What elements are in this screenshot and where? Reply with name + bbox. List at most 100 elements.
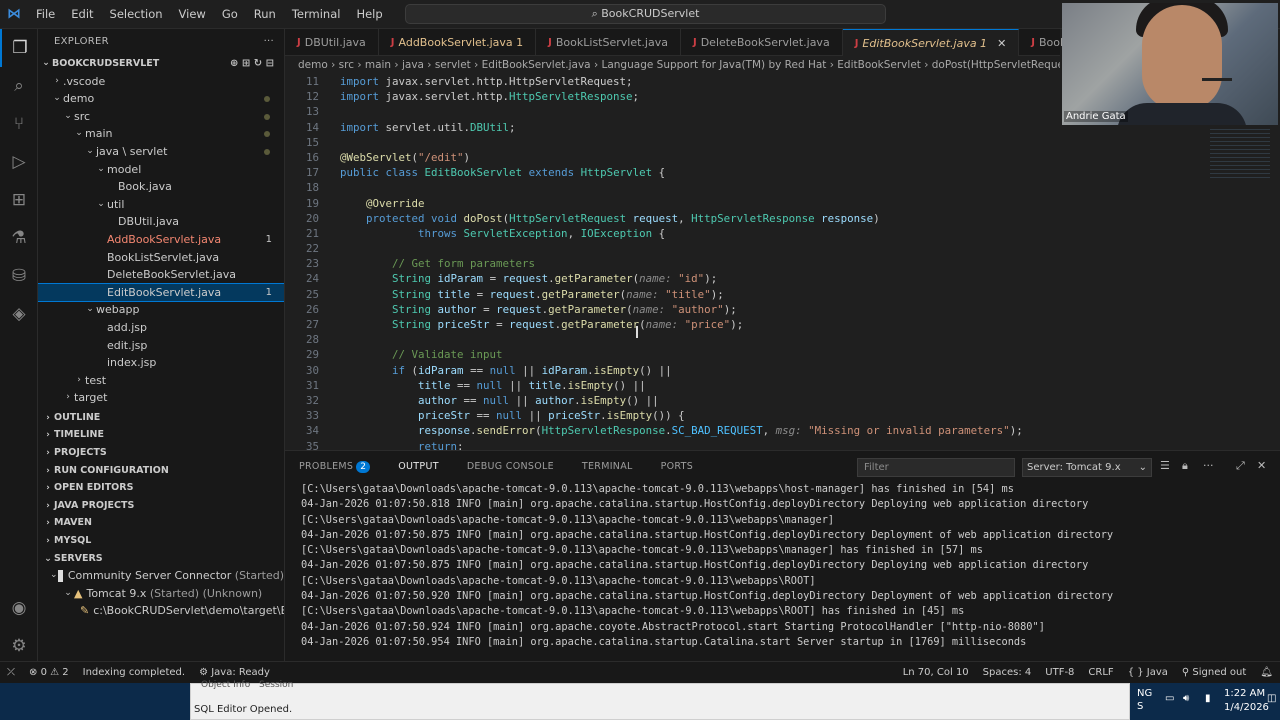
language-mode[interactable]: { } Java: [1121, 667, 1175, 678]
server-connector-item[interactable]: ⌄ Community Server Connector (Started): [38, 567, 284, 585]
section-maven[interactable]: › MAVEN: [38, 514, 284, 532]
tree-item[interactable]: ⌄ webapp: [38, 301, 284, 319]
account-icon[interactable]: ◉: [0, 589, 38, 627]
menu-file[interactable]: File: [28, 0, 63, 29]
testing-icon[interactable]: ⚗: [0, 219, 38, 257]
editor-tab[interactable]: J AddBookServlet.java 1: [379, 29, 537, 56]
tree-item[interactable]: DeleteBookServlet.java: [38, 266, 284, 284]
more-icon[interactable]: ···: [1203, 459, 1214, 472]
java-status[interactable]: ⚙ Java: Ready: [192, 667, 277, 678]
volume-icon[interactable]: 🔊︎: [1183, 693, 1189, 704]
search-view-icon[interactable]: ⌕: [0, 67, 38, 105]
extensions-icon[interactable]: ⊞: [0, 181, 38, 219]
tree-item[interactable]: ⌄ main: [38, 125, 284, 143]
code-line[interactable]: 35 return;: [285, 439, 1280, 451]
section-servers[interactable]: ⌄ SERVERS: [38, 550, 284, 568]
layers-icon[interactable]: ◈: [0, 295, 38, 333]
code-line[interactable]: 33 priceStr == null || priceStr.isEmpty(…: [285, 408, 1280, 423]
cursor-position[interactable]: Ln 70, Col 10: [896, 667, 976, 678]
code-line[interactable]: 16 @WebServlet("/edit"): [285, 150, 1280, 165]
section-java-projects[interactable]: › JAVA PROJECTS: [38, 497, 284, 515]
panel-tab-terminal[interactable]: TERMINAL: [568, 451, 647, 483]
panel-tab-debug-console[interactable]: DEBUG CONSOLE: [453, 451, 568, 483]
menu-go[interactable]: Go: [214, 0, 246, 29]
code-line[interactable]: 27 String priceStr = request.getParamete…: [285, 317, 1280, 332]
tree-item[interactable]: add.jsp: [38, 319, 284, 337]
panel-tab-ports[interactable]: PORTS: [647, 451, 707, 483]
tree-item[interactable]: › .vscode: [38, 73, 284, 91]
tree-item[interactable]: DBUtil.java: [38, 213, 284, 231]
editor-tab[interactable]: J BookListServlet.java: [536, 29, 681, 56]
code-line[interactable]: 26 String author = request.getParameter(…: [285, 302, 1280, 317]
code-line[interactable]: 29 // Validate input: [285, 347, 1280, 362]
code-line[interactable]: 17 public class EditBookServlet extends H…: [285, 165, 1280, 180]
section-mysql[interactable]: › MYSQL: [38, 532, 284, 550]
notification-center-icon[interactable]: ◫: [1267, 693, 1276, 704]
notifications-icon[interactable]: 🔔︎: [1253, 667, 1280, 678]
code-line[interactable]: 28: [285, 332, 1280, 347]
line-ending[interactable]: CRLF: [1081, 667, 1120, 678]
tree-item[interactable]: AddBookServlet.java 1: [38, 231, 284, 249]
menu-selection[interactable]: Selection: [102, 0, 171, 29]
code-line[interactable]: 20 protected void doPost(HttpServletRequ…: [285, 211, 1280, 226]
explorer-icon[interactable]: ❐: [0, 29, 38, 67]
indentation[interactable]: Spaces: 4: [976, 667, 1039, 678]
close-panel-icon[interactable]: ✕: [1257, 459, 1266, 472]
code-editor[interactable]: 11 import javax.servlet.http.HttpServletR…: [285, 74, 1280, 450]
tree-item[interactable]: edit.jsp: [38, 337, 284, 355]
tree-item[interactable]: ⌄ util: [38, 196, 284, 214]
database-icon[interactable]: ⛁: [0, 257, 38, 295]
input-language[interactable]: NG: [1137, 688, 1152, 699]
session-tab[interactable]: Session: [259, 680, 293, 690]
code-line[interactable]: 23 // Get form parameters: [285, 256, 1280, 271]
editor-tab[interactable]: J EditBookServlet.java 1 ✕: [842, 29, 1020, 57]
code-line[interactable]: 19 @Override: [285, 196, 1280, 211]
section-run-configuration[interactable]: › RUN CONFIGURATION: [38, 462, 284, 480]
battery-icon[interactable]: ▮: [1205, 693, 1211, 704]
editor-tab[interactable]: J DBUtil.java: [285, 29, 379, 56]
breadcrumb[interactable]: demo › src › main › java › servlet › Edi…: [285, 56, 1060, 74]
maximize-panel-icon[interactable]: ⤢: [1236, 459, 1245, 473]
source-control-icon[interactable]: ⑂: [0, 105, 38, 143]
code-line[interactable]: 30 if (idParam == null || idParam.isEmpt…: [285, 363, 1280, 378]
section-open-editors[interactable]: › OPEN EDITORS: [38, 479, 284, 497]
clock-date[interactable]: 1/4/2026: [1224, 702, 1269, 713]
network-icon[interactable]: ▭: [1165, 693, 1174, 704]
output-channel-select[interactable]: Server: Tomcat 9.x ⌄: [1022, 458, 1152, 477]
menu-terminal[interactable]: Terminal: [284, 0, 349, 29]
code-line[interactable]: 24 String idParam = request.getParameter…: [285, 271, 1280, 286]
remote-icon[interactable]: ⤫: [0, 667, 22, 678]
section-timeline[interactable]: › TIMELINE: [38, 426, 284, 444]
code-line[interactable]: 21 throws ServletException, IOException …: [285, 226, 1280, 241]
panel-tab-output[interactable]: OUTPUT: [384, 451, 453, 483]
workspace-root[interactable]: ⌄ BOOKCRUDSERVLET ⊕ ⊞ ↻ ⊟: [38, 55, 284, 73]
minimap[interactable]: [1190, 74, 1280, 450]
menu-view[interactable]: View: [171, 0, 214, 29]
settings-gear-icon[interactable]: ⚙: [0, 627, 38, 665]
menu-run[interactable]: Run: [246, 0, 284, 29]
panel-tab-problems[interactable]: PROBLEMS 2: [285, 451, 384, 483]
code-line[interactable]: 15: [285, 135, 1280, 150]
code-line[interactable]: 22: [285, 241, 1280, 256]
deployment-item[interactable]: ✎ c:\BookCRUDServlet\demo\target\Bo...: [38, 602, 284, 620]
lock-icon[interactable]: 🔒︎: [1182, 459, 1188, 473]
section-outline[interactable]: › OUTLINE: [38, 409, 284, 427]
clear-output-icon[interactable]: ☰: [1160, 459, 1170, 472]
tomcat-server-item[interactable]: ⌄ ▲ Tomcat 9.x (Started) (Unknown): [38, 585, 284, 603]
more-actions-icon[interactable]: ···: [264, 29, 274, 55]
encoding[interactable]: UTF-8: [1038, 667, 1081, 678]
output-filter-input[interactable]: Filter: [857, 458, 1015, 477]
account-status[interactable]: ⚲ Signed out: [1175, 667, 1253, 678]
output-log[interactable]: [C:\Users\gataa\Downloads\apache-tomcat-…: [285, 482, 1280, 661]
tree-item[interactable]: ⌄ src: [38, 108, 284, 126]
tree-item[interactable]: ⌄ demo: [38, 90, 284, 108]
object-info-tab[interactable]: Object Info: [201, 680, 250, 690]
menu-help[interactable]: Help: [348, 0, 390, 29]
close-tab-icon[interactable]: ✕: [997, 30, 1006, 57]
code-line[interactable]: 31 title == null || title.isEmpty() ||: [285, 378, 1280, 393]
tree-item[interactable]: ⌄ java \ servlet: [38, 143, 284, 161]
tree-item[interactable]: EditBookServlet.java 1: [38, 282, 284, 303]
tree-item[interactable]: Book.java: [38, 178, 284, 196]
code-line[interactable]: 25 String title = request.getParameter(n…: [285, 287, 1280, 302]
tree-item[interactable]: › target: [38, 389, 284, 407]
